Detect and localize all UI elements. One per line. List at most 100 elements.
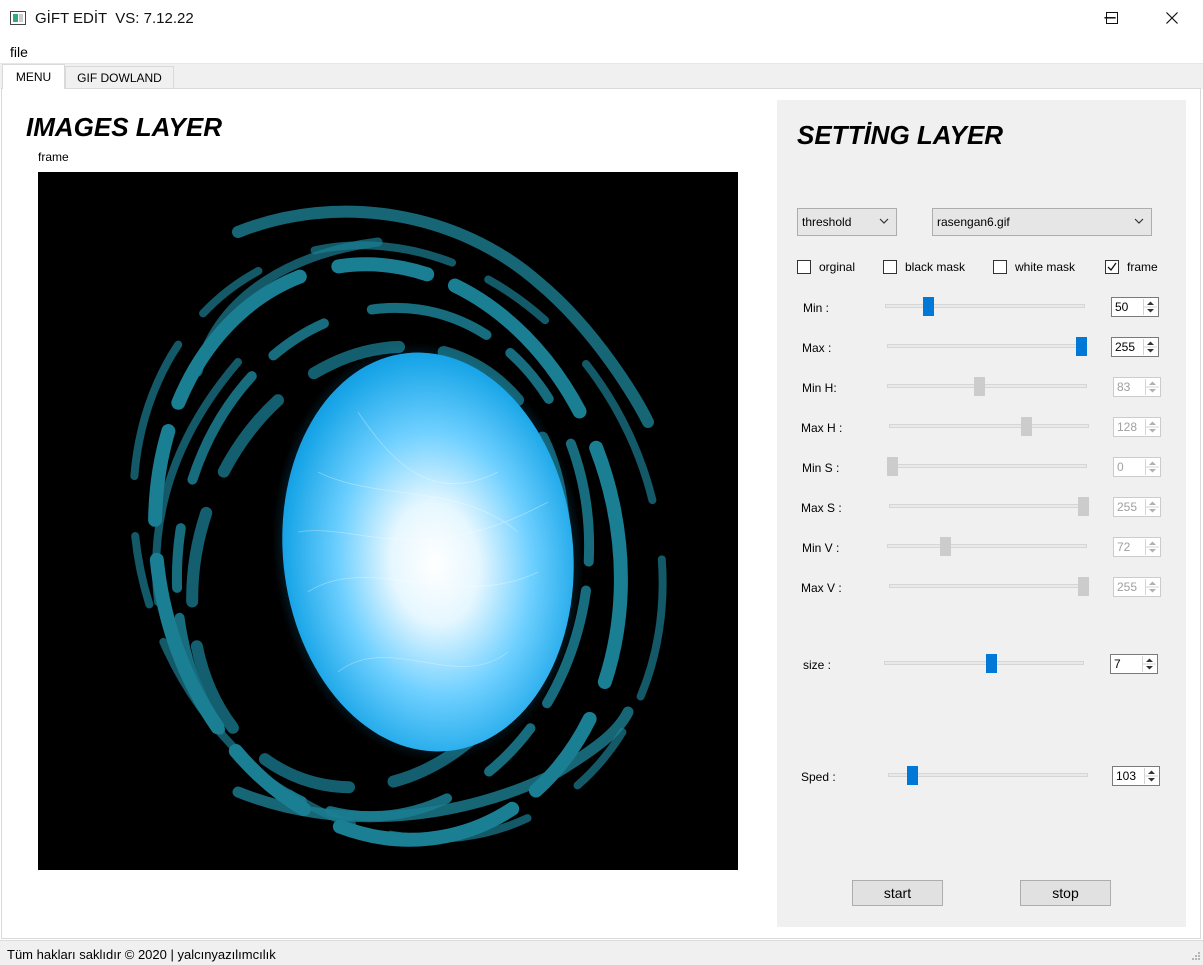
max-h-spinbox: 128 — [1113, 417, 1161, 437]
max-v-slider-thumb — [1078, 577, 1089, 596]
min-spinbox[interactable]: 50 — [1111, 297, 1159, 317]
max-v-spinbox: 255 — [1113, 577, 1161, 597]
min-spinbox-value: 50 — [1115, 300, 1129, 314]
max-v-label: Max V : — [801, 581, 842, 595]
sped-spinbox-value: 103 — [1116, 769, 1137, 783]
close-button[interactable] — [1149, 0, 1195, 36]
max-s-spinbox: 255 — [1113, 497, 1161, 517]
mode-combobox-value: threshold — [802, 215, 852, 229]
sped-slider-track[interactable] — [888, 773, 1088, 777]
copyright-text: Tüm hakları saklıdır © 2020 | yalcınyazı… — [7, 947, 276, 962]
max-v-spin-arrows — [1145, 579, 1159, 595]
min-slider-track[interactable] — [885, 304, 1085, 308]
tab-menu[interactable]: MENU — [2, 64, 65, 89]
max-s-spin-arrows — [1145, 499, 1159, 515]
checkbox-box — [993, 260, 1007, 274]
checkbox-box — [883, 260, 897, 274]
min-v-label: Min V : — [802, 541, 840, 555]
sped-spinbox[interactable]: 103 — [1112, 766, 1160, 786]
sped-label: Sped : — [801, 770, 836, 784]
min-h-spinbox: 83 — [1113, 377, 1161, 397]
max-s-slider-track — [889, 504, 1089, 508]
close-icon — [1166, 12, 1178, 24]
sped-slider-thumb[interactable] — [907, 766, 918, 785]
sped-spin-arrows[interactable] — [1144, 768, 1158, 784]
stop-button[interactable]: stop — [1020, 880, 1111, 906]
min-v-spinbox-value: 72 — [1117, 540, 1131, 554]
menu-file[interactable]: file — [10, 44, 28, 60]
min-slider-thumb[interactable] — [923, 297, 934, 316]
min-v-slider-thumb — [940, 537, 951, 556]
gif-file-combobox[interactable]: rasengan6.gif — [932, 208, 1152, 236]
max-s-spinbox-value: 255 — [1117, 500, 1138, 514]
max-spinbox-value: 255 — [1115, 340, 1136, 354]
size-label: size : — [803, 658, 832, 672]
min-s-label: Min S : — [802, 461, 840, 475]
max-v-spinbox-value: 255 — [1117, 580, 1138, 594]
min-s-spinbox-value: 0 — [1117, 460, 1124, 474]
min-v-slider-track — [887, 544, 1087, 548]
min-h-label: Min H: — [802, 381, 837, 395]
min-label: Min : — [803, 301, 830, 315]
white-mask-checkbox[interactable]: white mask — [993, 258, 1075, 276]
spin-arrows-icon — [1146, 381, 1159, 393]
min-s-slider-thumb — [887, 457, 898, 476]
frame-preview-image — [38, 172, 738, 870]
checkbox-box — [797, 260, 811, 274]
maximize-icon — [1106, 12, 1118, 24]
min-h-slider-track — [887, 384, 1087, 388]
spin-arrows-icon — [1146, 461, 1159, 473]
orginal-checkbox[interactable]: orginal — [797, 258, 855, 276]
orginal-label: orginal — [819, 260, 856, 274]
tab-strip — [0, 63, 1203, 89]
max-h-slider-track — [889, 424, 1089, 428]
spin-arrows-icon — [1146, 581, 1159, 593]
chevron-down-icon — [1134, 218, 1144, 224]
max-label: Max : — [802, 341, 832, 355]
window-title: GİFT EDİT VS: 7.12.22 — [35, 10, 194, 27]
min-h-slider-thumb — [974, 377, 985, 396]
size-spinbox-value: 7 — [1114, 657, 1121, 671]
rasengan-frame-image — [129, 205, 667, 847]
max-h-slider-thumb — [1021, 417, 1032, 436]
spin-arrows-icon — [1146, 541, 1159, 553]
size-slider-thumb[interactable] — [986, 654, 997, 673]
mode-combobox[interactable]: threshold — [797, 208, 897, 236]
max-slider-thumb[interactable] — [1076, 337, 1087, 356]
images-layer-title: IMAGES LAYER — [26, 112, 222, 142]
max-spin-arrows[interactable] — [1143, 339, 1157, 355]
checkmark-icon — [1107, 262, 1117, 272]
min-s-slider-track — [887, 464, 1087, 468]
size-spinbox[interactable]: 7 — [1110, 654, 1158, 674]
resize-grip-icon[interactable] — [1187, 950, 1201, 963]
spin-arrows-icon — [1144, 341, 1157, 353]
size-slider-track[interactable] — [884, 661, 1084, 665]
settings-layer-title: SETTİNG LAYER — [797, 120, 1004, 150]
menu-bar — [0, 38, 1203, 62]
max-s-slider-thumb — [1078, 497, 1089, 516]
maximize-button[interactable] — [1089, 0, 1135, 36]
spin-arrows-icon — [1146, 421, 1159, 433]
checkbox-box — [1105, 260, 1119, 274]
max-h-spinbox-value: 128 — [1117, 420, 1138, 434]
max-v-slider-track — [889, 584, 1089, 588]
min-spin-arrows[interactable] — [1143, 299, 1157, 315]
min-s-spin-arrows — [1145, 459, 1159, 475]
min-s-spinbox: 0 — [1113, 457, 1161, 477]
max-spinbox[interactable]: 255 — [1111, 337, 1159, 357]
tab-gif-download[interactable]: GIF DOWLAND — [65, 66, 174, 88]
frame-checkbox[interactable]: frame — [1105, 258, 1158, 276]
black-mask-checkbox[interactable]: black mask — [883, 258, 965, 276]
app-icon — [10, 11, 26, 25]
size-spin-arrows[interactable] — [1142, 656, 1156, 672]
start-button[interactable]: start — [852, 880, 943, 906]
min-v-spinbox: 72 — [1113, 537, 1161, 557]
min-v-spin-arrows — [1145, 539, 1159, 555]
spin-arrows-icon — [1145, 770, 1158, 782]
white-mask-label: white mask — [1015, 260, 1076, 274]
max-slider-track[interactable] — [887, 344, 1087, 348]
max-h-label: Max H : — [801, 421, 843, 435]
chevron-down-icon — [879, 218, 889, 224]
frame-checkbox-label: frame — [1127, 260, 1158, 274]
min-h-spin-arrows — [1145, 379, 1159, 395]
